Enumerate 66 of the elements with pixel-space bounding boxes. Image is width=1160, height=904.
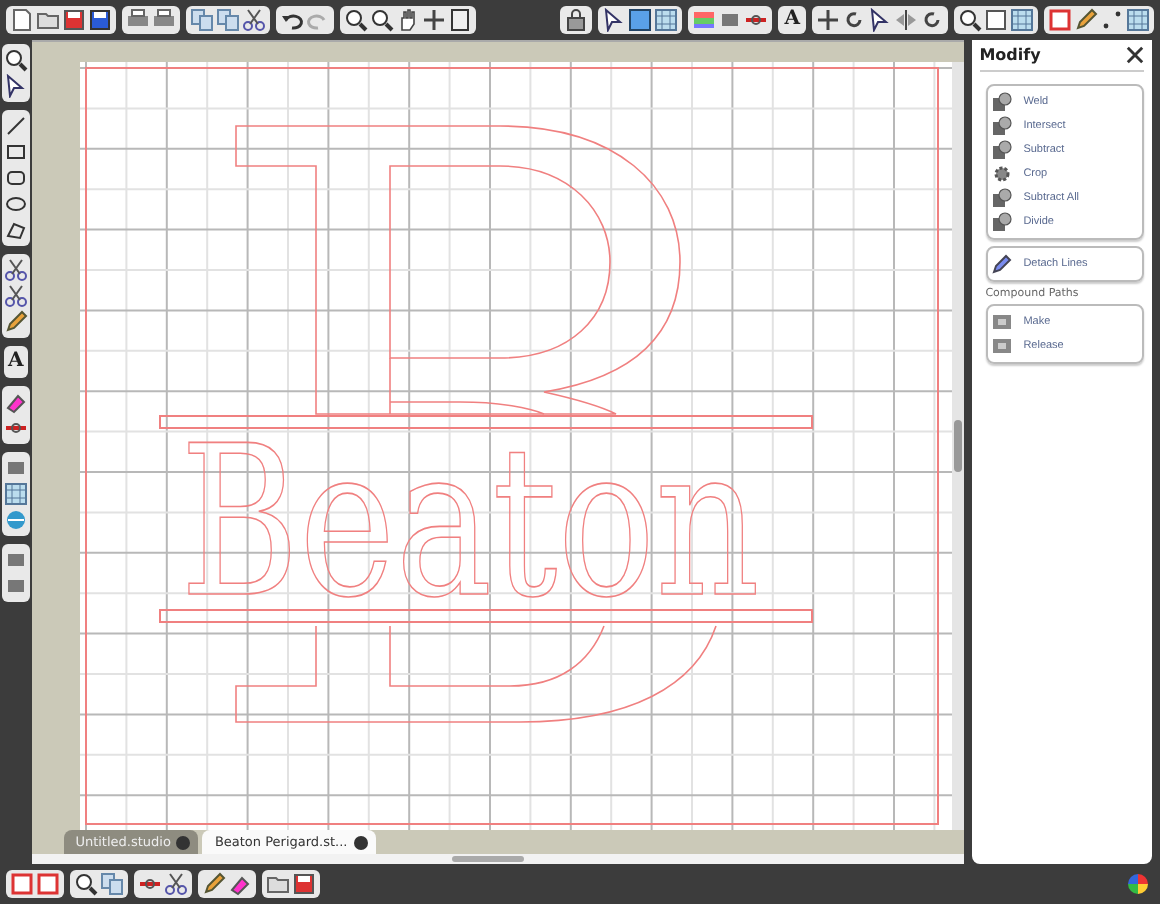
square-icon[interactable]	[628, 8, 653, 32]
pointer-icon[interactable]	[3, 74, 28, 98]
stripes-icon[interactable]	[692, 8, 717, 32]
dots-icon[interactable]	[1100, 8, 1124, 32]
zoom-icon[interactable]	[344, 8, 368, 32]
eraser-icon[interactable]	[3, 390, 28, 414]
square-icon[interactable]	[10, 872, 34, 896]
pointer-icon[interactable]	[602, 8, 627, 32]
text-tool-button[interactable]: A	[5, 350, 26, 374]
printer-icon[interactable]	[152, 8, 176, 32]
panel-title: Modify	[979, 46, 1041, 64]
hand-icon[interactable]	[396, 8, 420, 32]
scissors-icon[interactable]	[164, 872, 188, 896]
grid-icon[interactable]	[654, 8, 679, 32]
square-icon[interactable]	[1048, 8, 1072, 32]
bar-icon[interactable]	[3, 548, 28, 572]
scissors-icon[interactable]	[3, 258, 28, 282]
bar-icon[interactable]	[718, 8, 743, 32]
folder-icon[interactable]	[266, 872, 290, 896]
square-icon[interactable]	[984, 8, 1008, 32]
pencil-icon[interactable]	[202, 872, 226, 896]
printer-icon[interactable]	[126, 8, 150, 32]
overlapping-shapes-icon	[991, 212, 1012, 232]
grid-icon[interactable]	[3, 482, 28, 506]
gear-icon	[991, 164, 1012, 184]
mirror-icon[interactable]	[894, 8, 918, 32]
square-icon	[991, 312, 1012, 332]
zoom-icon[interactable]	[958, 8, 982, 32]
rotate-icon[interactable]	[842, 8, 866, 32]
ellipse-icon[interactable]	[3, 192, 28, 216]
zoom-icon[interactable]	[370, 8, 394, 32]
grid-icon[interactable]	[1126, 8, 1150, 32]
page-icon[interactable]	[448, 8, 472, 32]
cross-icon[interactable]	[816, 8, 840, 32]
line-icon[interactable]	[3, 114, 28, 138]
rounded-rectangle-icon[interactable]	[3, 166, 28, 190]
horizontal-scrollbar[interactable]	[31, 854, 964, 864]
pencil-icon[interactable]	[1074, 8, 1098, 32]
copy-icon[interactable]	[216, 8, 240, 32]
zoom-icon[interactable]	[3, 48, 28, 72]
scissors-icon[interactable]	[3, 284, 28, 308]
bar-icon[interactable]	[3, 456, 28, 480]
rectangle-icon[interactable]	[3, 140, 28, 164]
globe-icon[interactable]	[3, 508, 28, 532]
page-icon[interactable]	[10, 8, 34, 32]
cross-icon[interactable]	[422, 8, 446, 32]
color-wheel-icon[interactable]	[1126, 872, 1150, 896]
bar-icon[interactable]	[3, 574, 28, 598]
rotate-icon[interactable]	[920, 8, 944, 32]
overlapping-shapes-icon	[991, 116, 1012, 136]
polygon-icon[interactable]	[3, 218, 28, 242]
pencil-icon	[991, 254, 1012, 274]
square-icon[interactable]	[36, 872, 60, 896]
zoom-icon[interactable]	[74, 872, 98, 896]
grid-icon[interactable]	[1010, 8, 1034, 32]
folder-icon[interactable]	[36, 8, 60, 32]
eraser-icon[interactable]	[228, 872, 252, 896]
pencil-icon[interactable]	[3, 310, 28, 334]
square-icon	[991, 336, 1012, 356]
pointer-icon[interactable]	[868, 8, 892, 32]
overlapping-shapes-icon	[991, 188, 1012, 208]
overlapping-shapes-icon	[991, 92, 1012, 112]
copy-icon[interactable]	[190, 8, 214, 32]
scissors-icon[interactable]	[242, 8, 266, 32]
overlapping-shapes-icon	[991, 140, 1012, 160]
text-tool-button[interactable]: A	[782, 8, 802, 32]
